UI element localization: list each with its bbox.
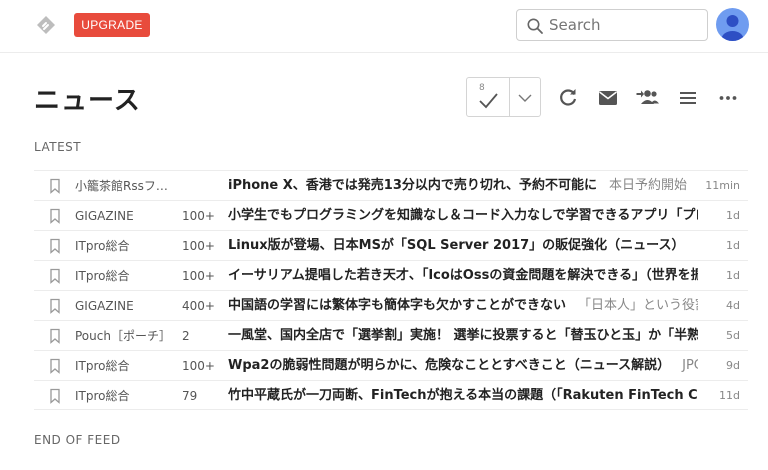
article-title-text: 小学生でもプログラミングを知識なし＆コード入力なしで学習できるアプリ「プロ [228,208,698,223]
article-age: 1d [726,269,740,282]
article-list: 小籠茶館Rssフ… iPhone X、香港では発売13分以内で売り切れ、予約不可… [34,170,748,410]
article-title-text: 中国語の学習には繁体字も簡体字も欠かすことができない [228,298,567,313]
article-source[interactable]: Pouch［ポーチ］ [75,321,179,351]
article-snippet: 本日予約開始 [609,178,688,193]
article-title[interactable]: 中国語の学習には繁体字も簡体字も欠かすことができない 「日本人」という役割 [228,291,698,321]
article-age: 4d [726,299,740,312]
article-source[interactable]: GIGAZINE [75,291,179,321]
article-engagement-count: 100+ [182,269,215,283]
article-title[interactable]: Linux版が登場、日本MSが「SQL Server 2017」の販促強化（ニュ… [228,231,698,261]
article-row[interactable]: GIGAZINE 100+ 小学生でもプログラミングを知識なし＆コード入力なしで… [34,200,748,230]
article-title[interactable]: Wpa2の脆弱性問題が明らかに、危険なこととすべきこと（ニュース解説） JPCE [228,351,698,381]
search-box[interactable] [516,9,708,41]
article-source[interactable]: 小籠茶館Rssフ… [75,171,179,201]
article-source[interactable]: ITpro総合 [75,261,179,291]
article-row[interactable]: ITpro総合 100+ イーサリアム提唱した若き天才、「IcoはOssの資金問… [34,260,748,290]
article-engagement-count: 100+ [182,239,215,253]
article-title[interactable]: 小学生でもプログラミングを知識なし＆コード入力なしで学習できるアプリ「プロ [228,201,698,231]
article-title-text: iPhone X、香港では発売13分以内で売り切れ、予約不可能に [228,178,598,193]
article-row[interactable]: 小籠茶館Rssフ… iPhone X、香港では発売13分以内で売り切れ、予約不可… [34,170,748,200]
article-title[interactable]: イーサリアム提唱した若き天才、「IcoはOssの資金問題を解決できる」（世界を振 [228,261,698,291]
bookmark-icon[interactable] [48,388,62,404]
article-engagement-count: 100+ [182,209,215,223]
article-engagement-count: 79 [182,389,198,403]
article-row[interactable]: ITpro総合 100+ Linux版が登場、日本MSが「SQL Server … [34,230,748,260]
share-people-icon[interactable] [636,86,660,110]
top-bar: UPGRADE [0,0,768,53]
article-source[interactable]: ITpro総合 [75,351,179,381]
bookmark-icon[interactable] [48,238,62,254]
article-age: 5d [726,329,740,342]
article-age: 1d [726,209,740,222]
end-of-feed-label: END OF FEED [34,433,121,447]
latest-section-label: LATEST [34,140,82,154]
divider [509,78,510,116]
article-row[interactable]: Pouch［ポーチ］ 2 一風堂、国内全店で「選挙割」実施！ 選挙に投票すると「… [34,320,748,350]
mark-as-read-control[interactable]: 8 [466,77,541,117]
article-snippet: 日本 [697,238,698,253]
article-title-text: Wpa2の脆弱性問題が明らかに、危険なこととすべきこと（ニュース解説） [228,358,671,373]
bookmark-icon[interactable] [48,208,62,224]
bookmark-icon[interactable] [48,298,62,314]
bookmark-icon[interactable] [48,358,62,374]
user-icon [721,15,744,41]
article-row[interactable]: ITpro総合 100+ Wpa2の脆弱性問題が明らかに、危険なこととすべきこと… [34,350,748,380]
article-age: 9d [726,359,740,372]
page-title: ニュース [34,86,141,116]
chevron-down-icon[interactable] [516,89,534,107]
article-engagement-count: 100+ [182,359,215,373]
article-engagement-count: 400+ [182,299,215,313]
article-title[interactable]: 一風堂、国内全店で「選挙割」実施！ 選挙に投票すると「替玉ひと玉」か「半熟煮 [228,321,698,351]
refresh-icon[interactable] [556,86,580,110]
article-source[interactable]: ITpro総合 [75,231,179,261]
article-title-text: 一風堂、国内全店で「選挙割」実施！ 選挙に投票すると「替玉ひと玉」か「半熟煮 [228,328,698,343]
article-title[interactable]: iPhone X、香港では発売13分以内で売り切れ、予約不可能に 本日予約開始 [228,171,698,201]
bookmark-icon[interactable] [48,268,62,284]
article-source[interactable]: ITpro総合 [75,381,179,411]
article-title-text: 竹中平蔵氏が一刀両断、FinTechが抱える本当の課題（「Rakuten Fin… [228,388,698,403]
article-row[interactable]: GIGAZINE 400+ 中国語の学習には繁体字も簡体字も欠かすことができない… [34,290,748,320]
article-title-text: Linux版が登場、日本MSが「SQL Server 2017」の販促強化（ニュ… [228,238,685,253]
article-title-text: イーサリアム提唱した若き天才、「IcoはOssの資金問題を解決できる」（世界を振 [228,268,698,283]
upgrade-button[interactable]: UPGRADE [74,13,150,37]
check-icon[interactable] [477,89,499,111]
mail-icon[interactable] [596,86,620,110]
article-age: 1d [726,239,740,252]
article-snippet: 「日本人」という役割 [578,298,698,313]
article-row[interactable]: ITpro総合 79 竹中平蔵氏が一刀両断、FinTechが抱える本当の課題（「… [34,380,748,410]
article-age: 11min [705,179,740,192]
bookmark-icon[interactable] [48,178,62,194]
article-engagement-count: 2 [182,329,190,343]
article-title[interactable]: 竹中平蔵氏が一刀両断、FinTechが抱える本当の課題（「Rakuten Fin… [228,381,698,411]
feedly-logo-icon[interactable] [35,14,57,36]
avatar[interactable] [716,8,749,41]
article-snippet: JPCE [682,358,698,373]
search-icon [527,18,543,34]
bookmark-icon[interactable] [48,328,62,344]
more-icon[interactable] [716,86,740,110]
article-source[interactable]: GIGAZINE [75,201,179,231]
article-age: 11d [719,389,740,402]
list-view-icon[interactable] [676,86,700,110]
search-input[interactable] [549,10,703,40]
